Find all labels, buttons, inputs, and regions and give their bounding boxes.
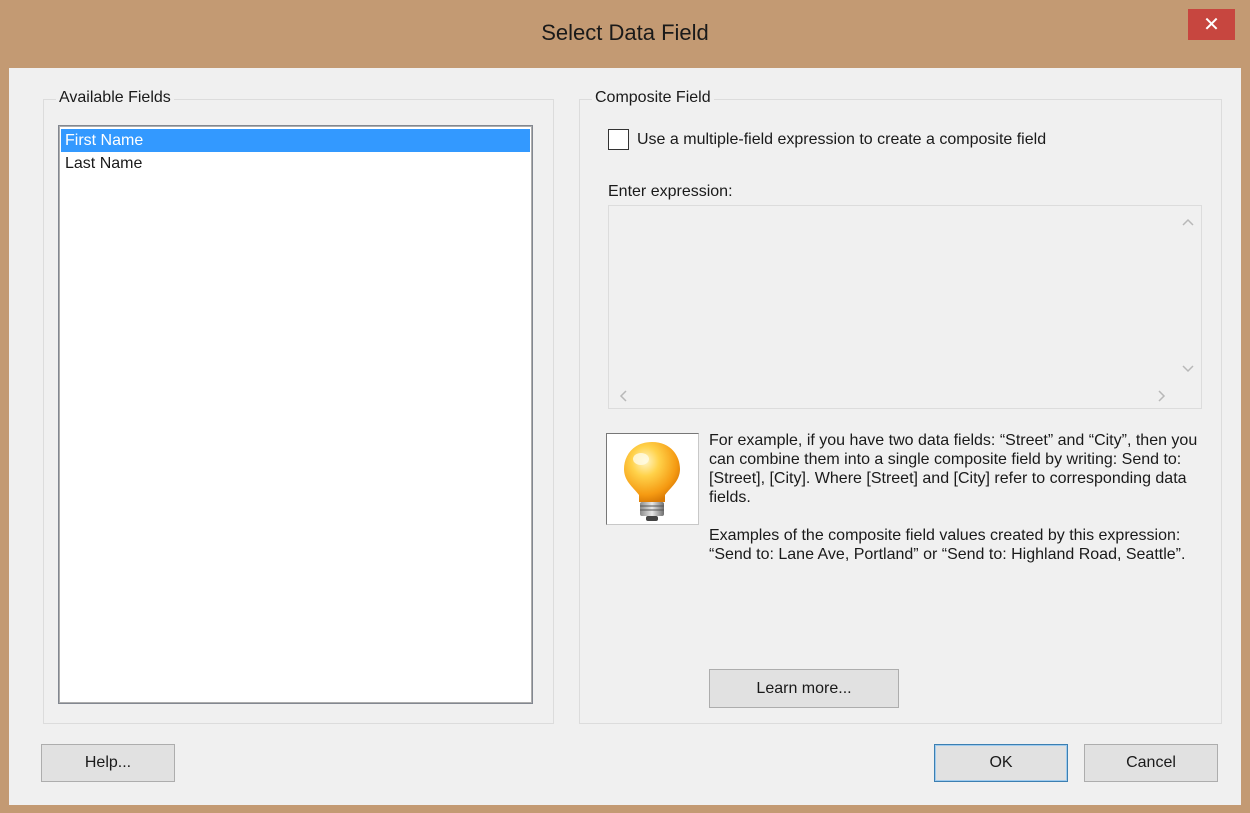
expression-textarea[interactable] bbox=[608, 205, 1202, 409]
close-button[interactable]: ✕ bbox=[1188, 9, 1235, 40]
available-fields-list[interactable]: First Name Last Name bbox=[58, 125, 533, 704]
tip-paragraph-results: Examples of the composite field values c… bbox=[709, 527, 1186, 563]
expression-label: Enter expression: bbox=[608, 183, 733, 200]
tip-paragraph-example: For example, if you have two data fields… bbox=[709, 432, 1198, 506]
list-item-last-name[interactable]: Last Name bbox=[61, 152, 530, 175]
title-bar[interactable]: Select Data Field ✕ bbox=[0, 0, 1250, 68]
composite-checkbox-label[interactable]: Use a multiple-field expression to creat… bbox=[637, 131, 1046, 149]
cancel-button[interactable]: Cancel bbox=[1084, 744, 1218, 782]
scroll-down-icon[interactable] bbox=[1182, 361, 1194, 377]
lightbulb-icon bbox=[624, 442, 680, 521]
composite-checkbox-row[interactable]: Use a multiple-field expression to creat… bbox=[608, 129, 1046, 150]
composite-field-legend: Composite Field bbox=[592, 89, 714, 107]
help-button[interactable]: Help... bbox=[41, 744, 175, 782]
learn-more-button[interactable]: Learn more... bbox=[709, 669, 899, 708]
available-fields-legend: Available Fields bbox=[56, 89, 174, 107]
dialog-title: Select Data Field bbox=[541, 20, 709, 45]
scroll-left-icon[interactable] bbox=[618, 389, 628, 405]
expression-horizontal-scrollbar[interactable] bbox=[609, 383, 1176, 408]
scroll-right-icon[interactable] bbox=[1157, 389, 1167, 405]
ok-button[interactable]: OK bbox=[934, 744, 1068, 782]
close-icon: ✕ bbox=[1203, 14, 1220, 36]
tip-box bbox=[606, 433, 699, 525]
scroll-up-icon[interactable] bbox=[1182, 214, 1194, 230]
composite-checkbox[interactable] bbox=[608, 129, 629, 150]
tip-text: For example, if you have two data fields… bbox=[709, 431, 1199, 583]
expression-vertical-scrollbar[interactable] bbox=[1176, 206, 1201, 383]
list-item-first-name[interactable]: First Name bbox=[61, 129, 530, 152]
